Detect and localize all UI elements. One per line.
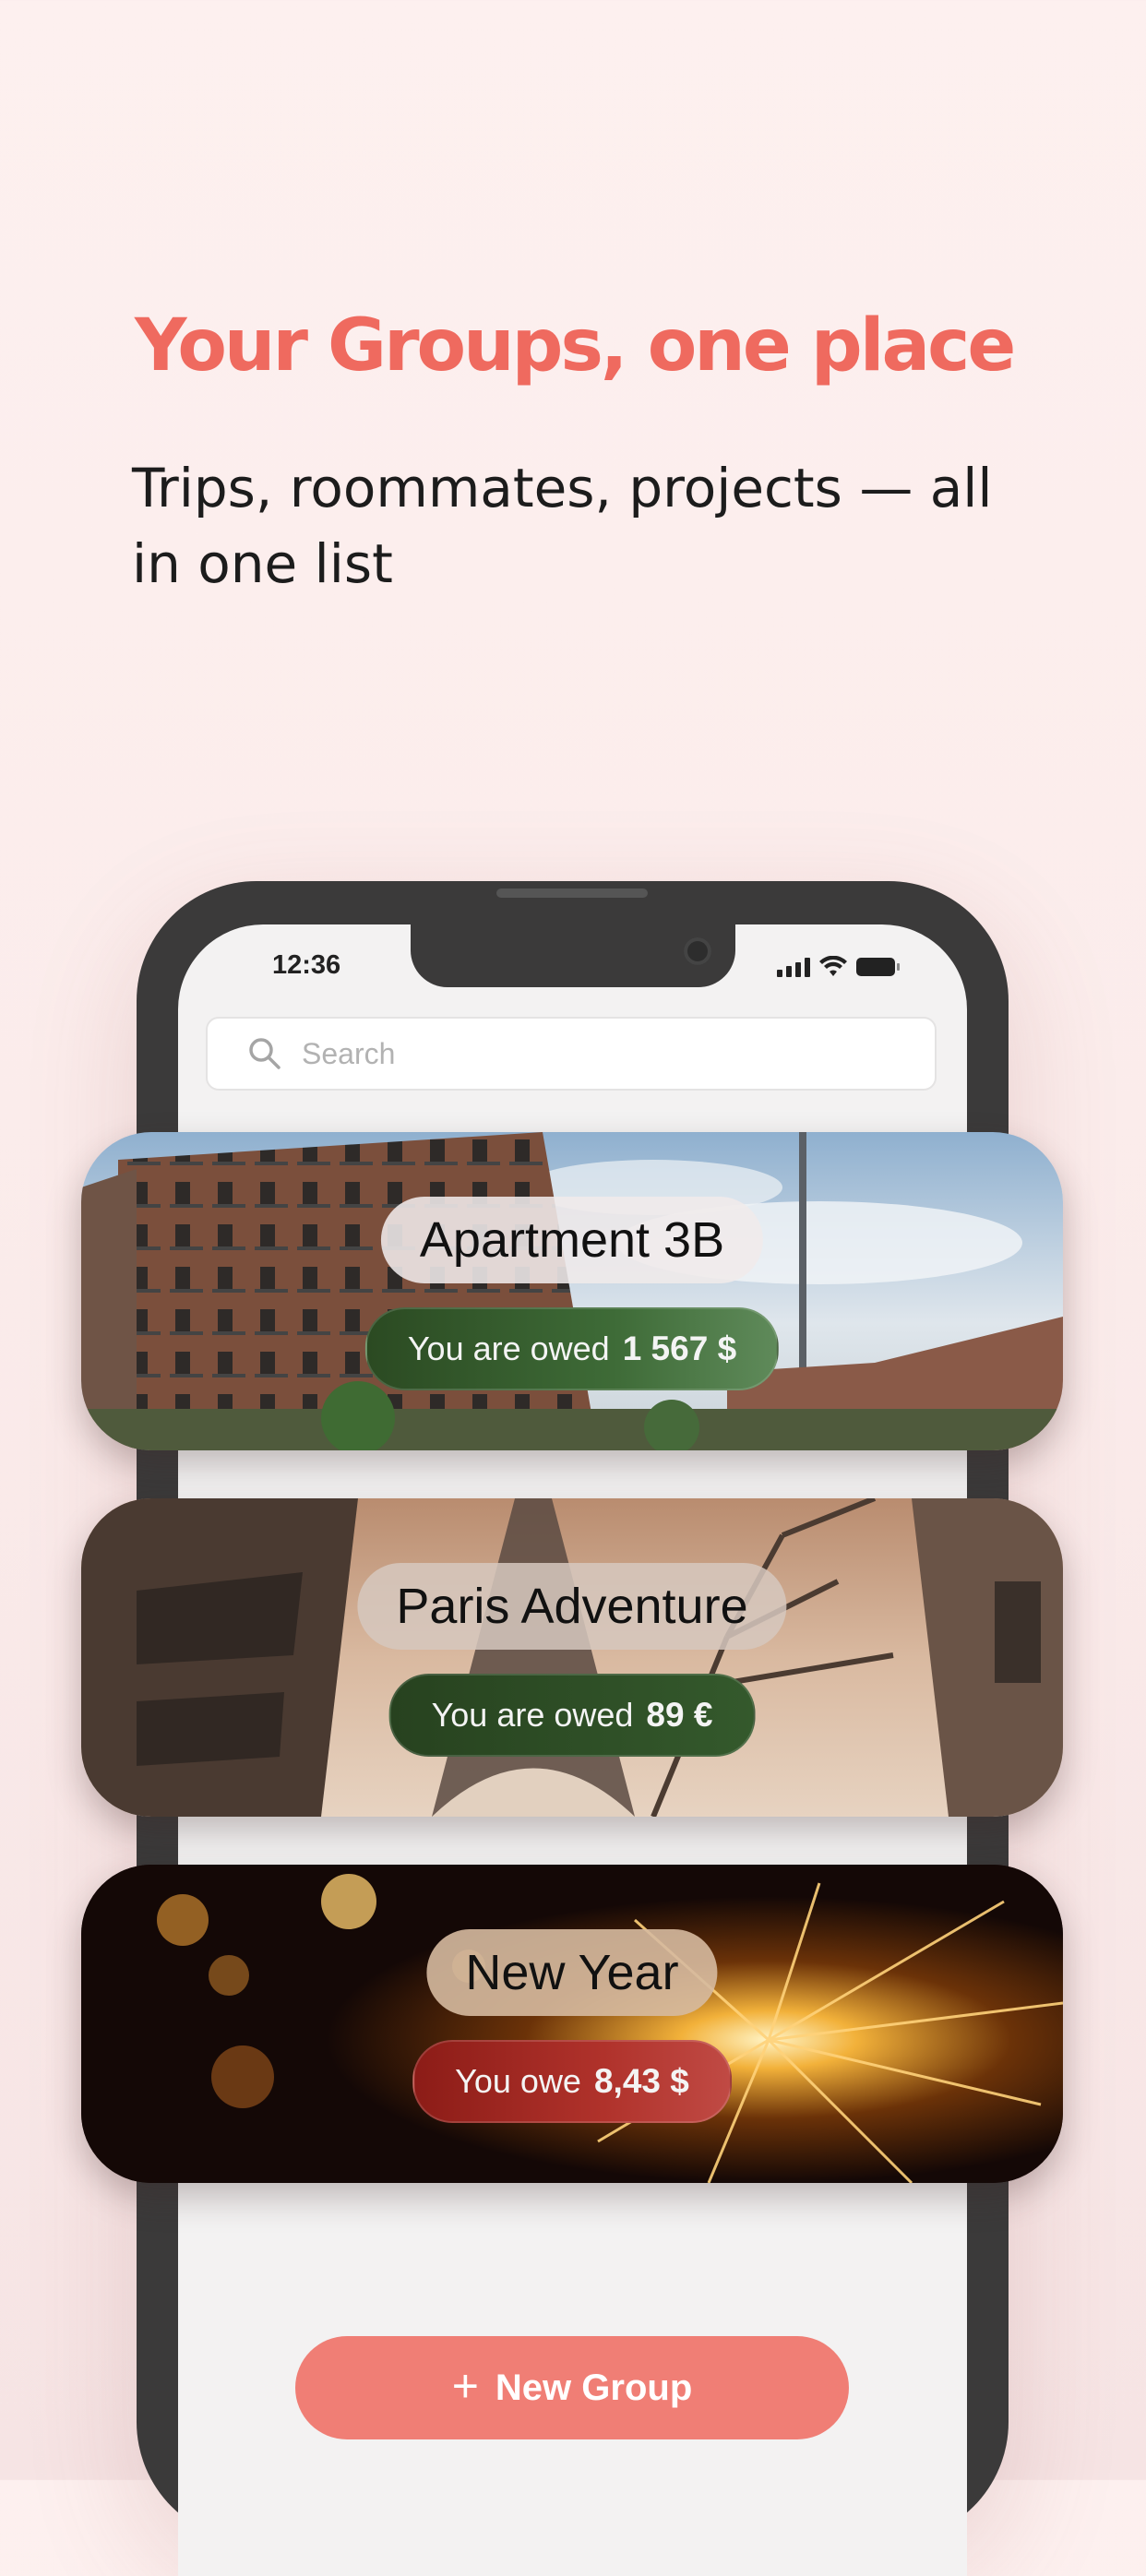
balance-amount: 1 567 $ [622,1330,737,1367]
group-card-paris-adventure[interactable]: Paris Adventure You are owed 89 € [81,1498,1063,1817]
group-title: Paris Adventure [357,1563,787,1650]
group-card-apartment-3b[interactable]: Apartment 3B You are owed 1 567 $ [81,1132,1063,1450]
eiffel-tower-photo [81,1498,1063,1817]
group-title: Apartment 3B [380,1197,764,1283]
status-time: 12:36 [272,950,341,980]
apartment-building-photo [81,1132,1063,1450]
new-group-button[interactable]: + New Group [295,2336,849,2439]
notch [411,924,735,987]
balance-badge: You are owed 1 567 $ [364,1307,780,1390]
balance-amount: 89 € [646,1696,713,1734]
sparkler-photo [81,1865,1063,2183]
search-input[interactable] [300,1035,857,1072]
cellular-signal-icon [777,957,810,977]
new-group-label: New Group [495,2367,693,2408]
group-title: New Year [426,1929,718,2016]
balance-amount: 8,43 $ [593,2062,689,2100]
promo-subheadline: Trips, roommates, projects — all in one … [132,457,993,595]
search-icon [249,1038,281,1069]
balance-badge: You owe 8,43 $ [412,2040,732,2123]
group-card-new-year[interactable]: New Year You owe 8,43 $ [81,1865,1063,2183]
wifi-icon [819,956,847,976]
plus-icon: + [451,2360,479,2412]
search-bar[interactable] [206,1017,937,1091]
status-icons [777,956,900,978]
balance-label: You owe [455,2062,581,2100]
balance-badge: You are owed 89 € [388,1674,756,1757]
phone-speaker [496,888,648,898]
balance-label: You are owed [431,1696,634,1734]
promo-headline: Your Groups, one place [135,304,1016,388]
camera-icon [684,937,711,965]
battery-icon [856,958,900,976]
balance-label: You are owed [407,1330,610,1367]
